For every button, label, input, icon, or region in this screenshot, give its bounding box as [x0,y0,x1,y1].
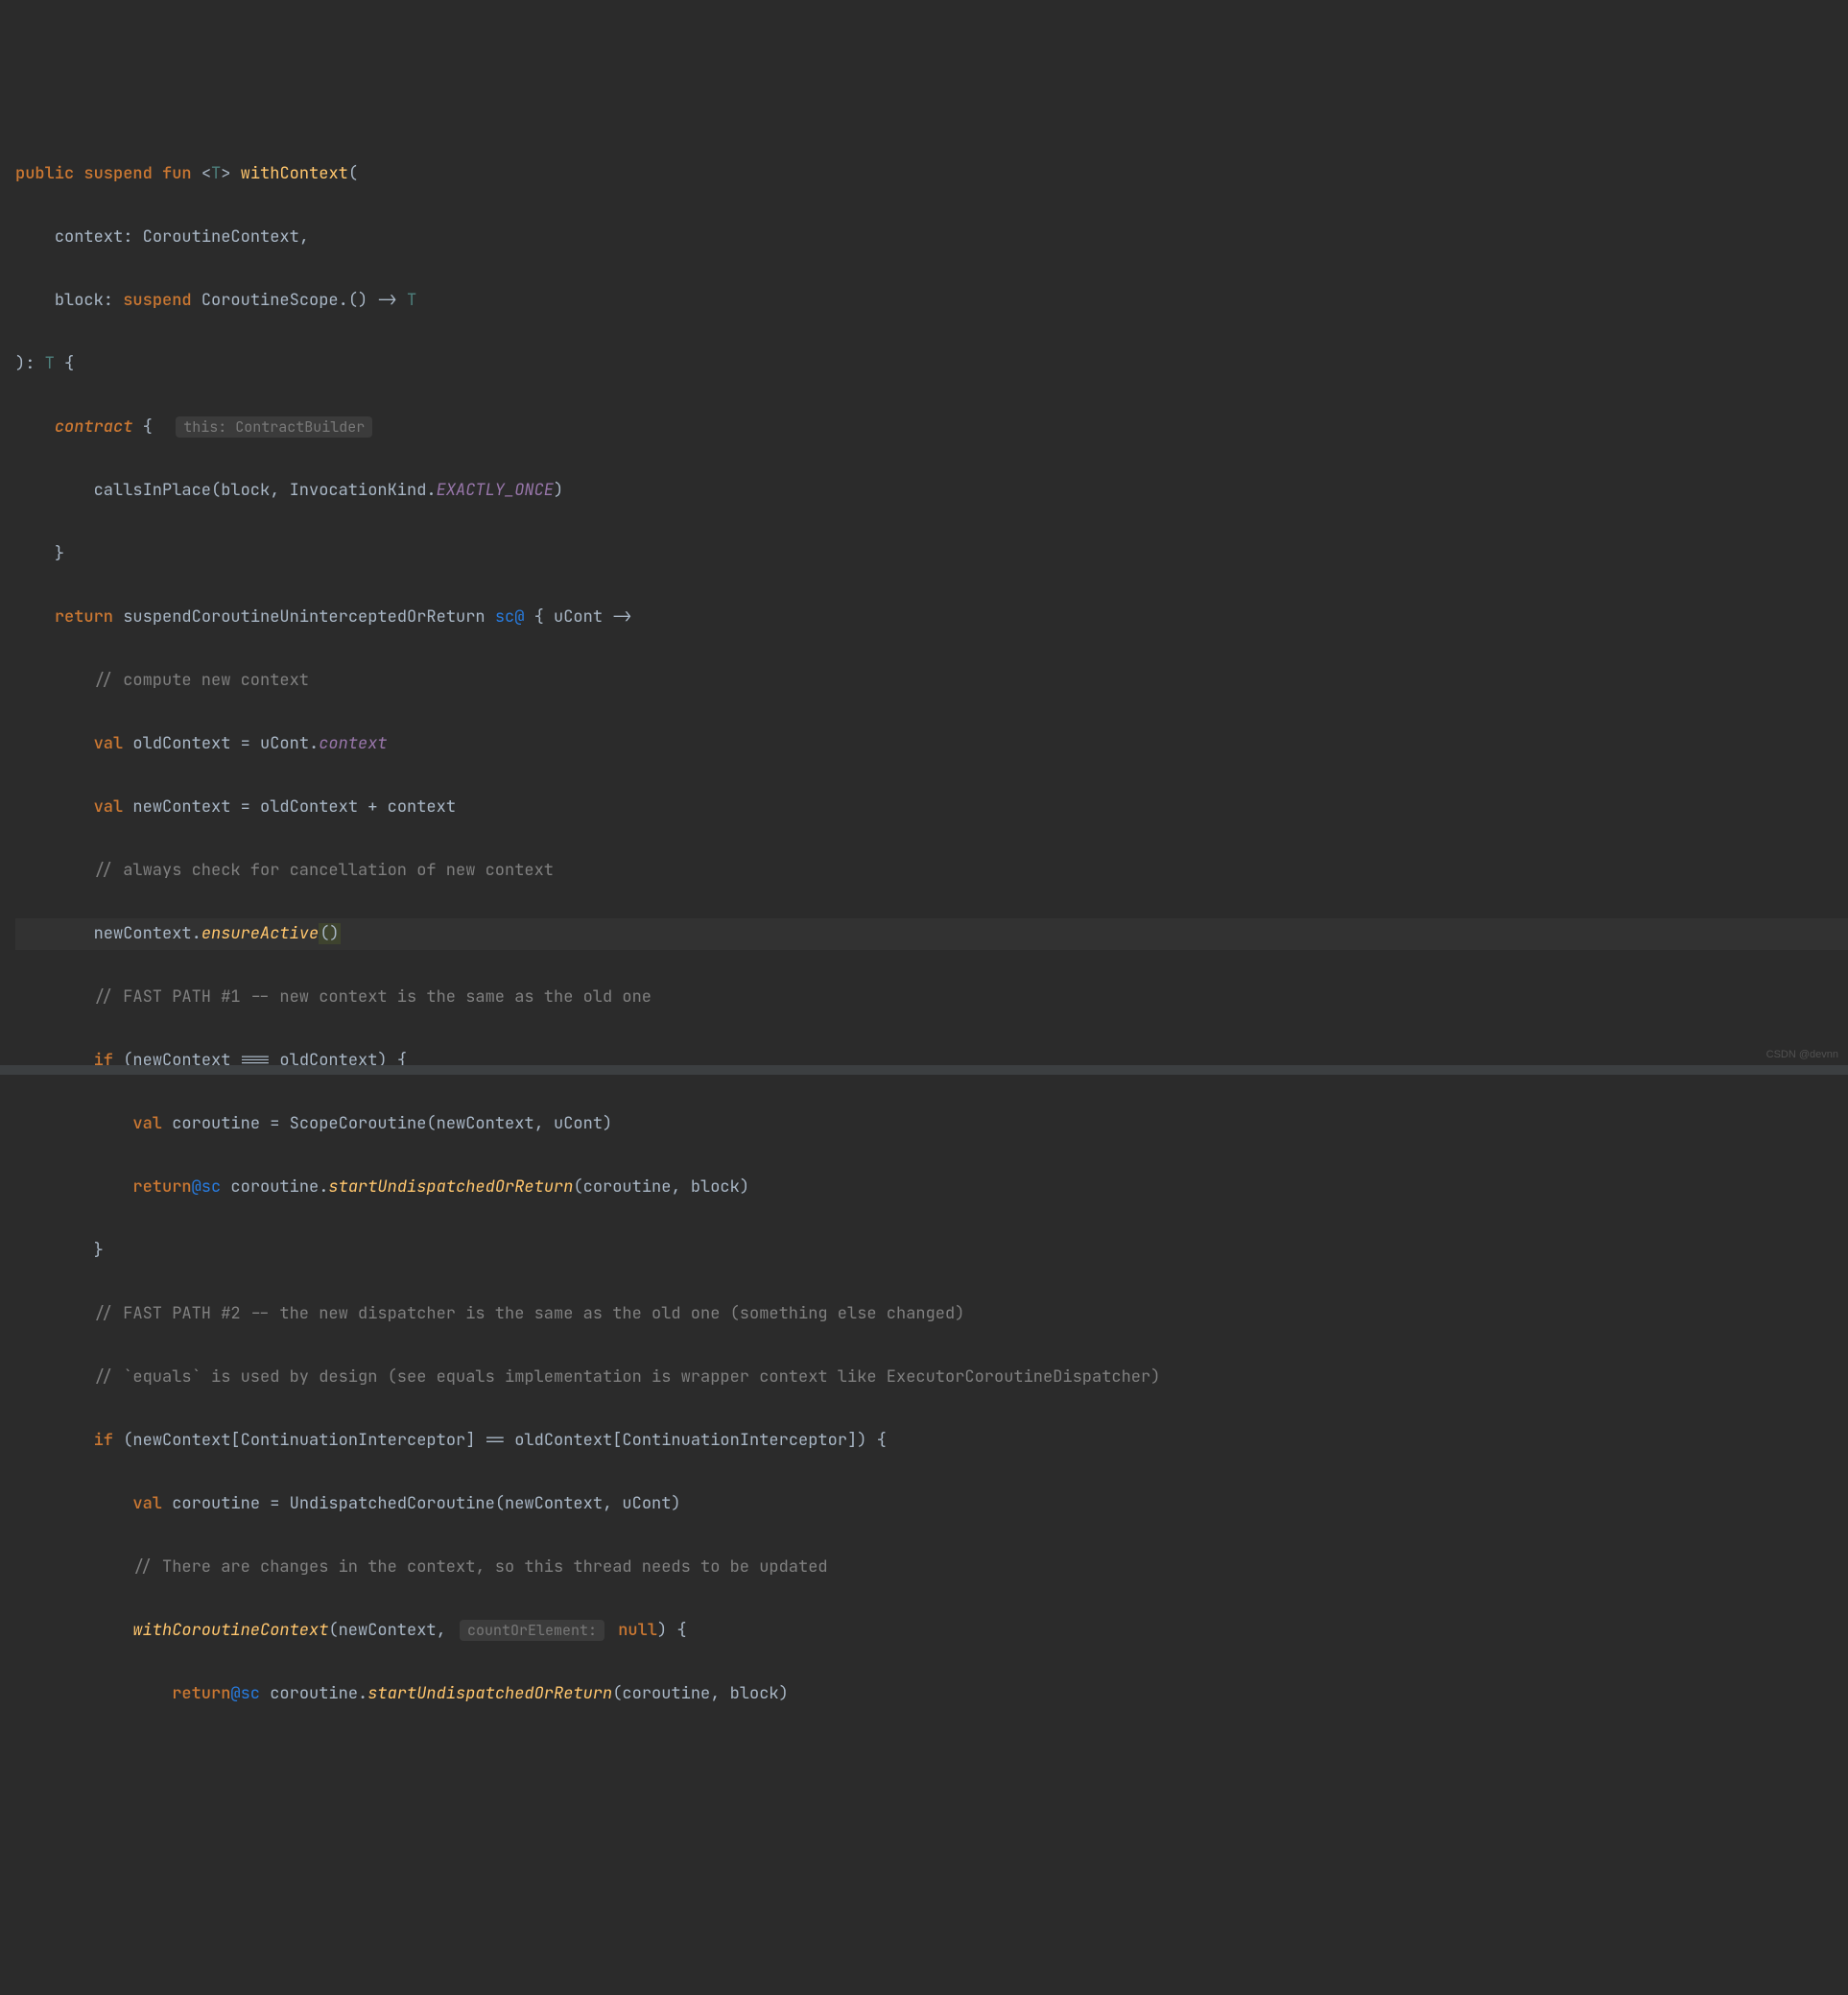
comment: // `equals` is used by design (see equal… [94,1366,1161,1388]
inline-hint: countOrElement: [460,1620,604,1641]
code-line: public suspend fun <T> withContext( [15,158,1848,190]
code-line: withCoroutineContext(newContext, countOr… [15,1615,1848,1647]
code-editor[interactable]: public suspend fun <T> withContext( cont… [0,127,1848,1742]
code-line: block: suspend CoroutineScope.() -> T [15,285,1848,317]
code-line: // FAST PATH #2 -- the new dispatcher is… [15,1298,1848,1330]
enum-value: EXACTLY_ONCE [437,480,554,501]
code-line: // compute new context [15,665,1848,697]
horizontal-scrollbar[interactable] [0,1065,1848,1075]
code-line: val newContext = oldContext + context [15,792,1848,823]
code-line: if (newContext[ContinuationInterceptor] … [15,1425,1848,1457]
code-line: // There are changes in the context, so … [15,1552,1848,1583]
code-line: contract { this: ContractBuilder [15,412,1848,443]
code-line: val coroutine = ScopeCoroutine(newContex… [15,1108,1848,1140]
method-call: ensureActive [201,923,319,944]
code-line-active: newContext.ensureActive() [15,918,1848,950]
code-line: // FAST PATH #1 -- new context is the sa… [15,982,1848,1013]
keyword-fun: fun [162,163,192,184]
comment: // There are changes in the context, so … [132,1556,827,1578]
code-line: return@sc coroutine.startUndispatchedOrR… [15,1172,1848,1203]
inline-hint: this: ContractBuilder [176,416,372,438]
keyword-public: public [15,163,74,184]
code-line: } [15,538,1848,570]
code-line: callsInPlace(block, InvocationKind.EXACT… [15,475,1848,507]
code-line: } [15,1235,1848,1267]
watermark-text: CSDN @devnn [1766,1039,1838,1071]
comment: // FAST PATH #1 -- new context is the sa… [94,986,652,1008]
comment: // always check for cancellation of new … [94,860,554,881]
code-line: context: CoroutineContext, [15,222,1848,253]
function-name: withContext [241,163,348,184]
code-line: return suspendCoroutineUninterceptedOrRe… [15,602,1848,633]
code-line: val oldContext = uCont.context [15,728,1848,760]
comment: // FAST PATH #2 -- the new dispatcher is… [94,1303,965,1324]
code-line: // `equals` is used by design (see equal… [15,1362,1848,1393]
code-line: return@sc coroutine.startUndispatchedOrR… [15,1678,1848,1710]
label: sc@ [495,606,525,628]
type-param: T [211,163,221,184]
code-line: val coroutine = UndispatchedCoroutine(ne… [15,1488,1848,1520]
code-line: // always check for cancellation of new … [15,855,1848,887]
keyword-suspend: suspend [83,163,152,184]
code-line: ): T { [15,348,1848,380]
cursor-position: () [319,923,340,944]
comment: // compute new context [94,670,309,691]
